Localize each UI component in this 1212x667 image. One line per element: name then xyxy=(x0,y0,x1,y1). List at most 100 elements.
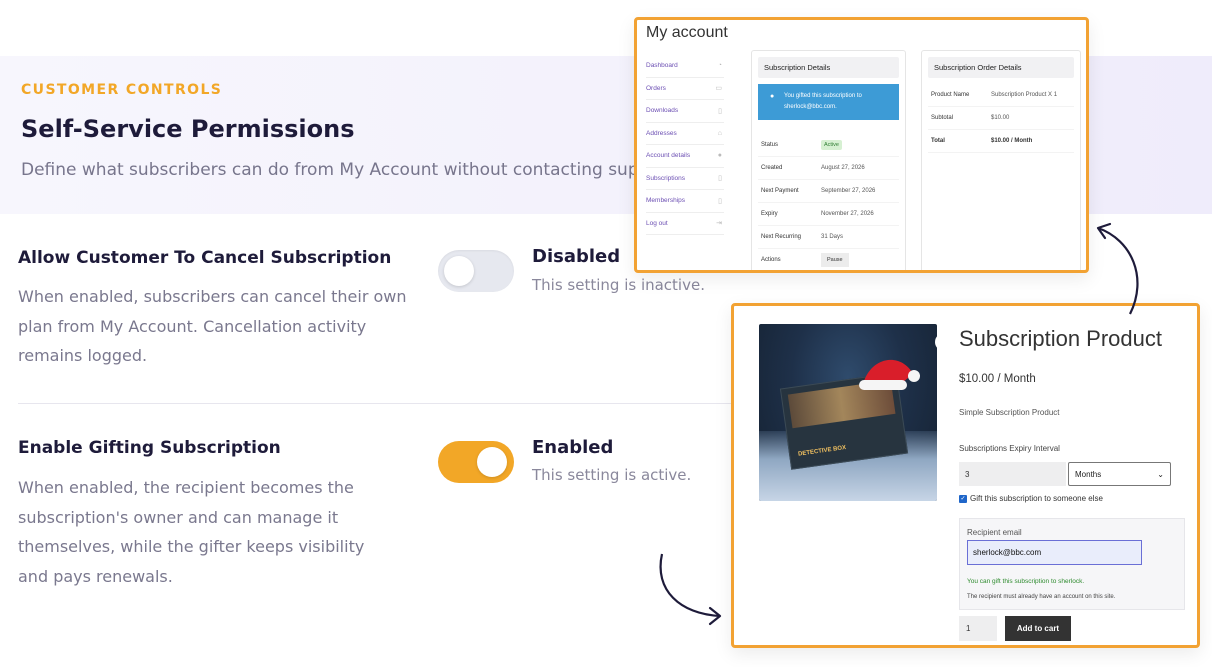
gift-checkbox-row[interactable]: ✓ Gift this subscription to someone else xyxy=(959,494,1103,503)
detail-row: Actions Pause xyxy=(758,249,899,270)
product-price: $10.00 / Month xyxy=(959,373,1036,385)
detail-row: Next Recurring 31 Days xyxy=(758,226,899,249)
setting-title-cancel: Allow Customer To Cancel Subscription xyxy=(18,248,392,268)
status-badge: Active xyxy=(821,140,842,150)
setting-description-cancel: When enabled, subscribers can cancel the… xyxy=(18,287,407,365)
account-nav: Dashboard ◔ Orders ▭ Downloads ▯ Addresses ⌂… xyxy=(646,55,724,235)
detail-row: Created August 27, 2026 xyxy=(758,157,899,180)
nav-label: Downloads xyxy=(646,107,679,115)
pause-button[interactable]: Pause xyxy=(821,253,849,267)
setting-description-gifting: When enabled, the recipient becomes the … xyxy=(18,478,365,586)
notice-text: You gifted this subscription to sherlock… xyxy=(784,93,862,110)
toggle-knob xyxy=(444,256,474,286)
checkbox-checked-icon[interactable]: ✓ xyxy=(959,494,967,503)
order-row: Total $10.00 / Month xyxy=(928,130,1074,153)
select-value: Months xyxy=(1075,469,1102,479)
row-key: Next Recurring xyxy=(761,234,802,240)
santa-hat-icon xyxy=(859,359,920,390)
help-message: The recipient must already have an accou… xyxy=(967,594,1116,600)
nav-label: Orders xyxy=(646,84,666,92)
row-key: Actions xyxy=(761,257,781,263)
nav-label: Subscriptions xyxy=(646,174,686,182)
page-title: Self-Service Permissions xyxy=(21,115,355,143)
row-value: Subscription Product X 1 xyxy=(991,92,1058,98)
cancel-state-note: This setting is inactive. xyxy=(532,276,705,294)
order-row: Subtotal $10.00 xyxy=(928,107,1074,130)
nav-item-downloads[interactable]: Downloads ▯ xyxy=(646,100,724,123)
nav-label: Memberships xyxy=(646,197,686,205)
row-value: November 27, 2026 xyxy=(821,211,874,217)
account-title: My account xyxy=(646,24,728,41)
chevron-down-icon: ⌄ xyxy=(1157,469,1164,479)
card-title: Subscription Details xyxy=(758,57,899,78)
row-key: Status xyxy=(761,142,779,148)
gifting-toggle[interactable] xyxy=(438,441,514,483)
product-page-screenshot: DETECTIVE BOX ⌕ Subscription Product $10… xyxy=(731,303,1200,648)
card-title: Subscription Order Details xyxy=(928,57,1074,78)
interval-quantity-input[interactable] xyxy=(959,462,1066,486)
curved-arrow-icon xyxy=(659,553,722,626)
recipient-box: Recipient email sherlock@bbc.com You can… xyxy=(959,518,1185,610)
detail-row: Status Active xyxy=(758,134,899,157)
box-label: DETECTIVE BOX xyxy=(797,444,847,458)
recipient-label: Recipient email xyxy=(967,528,1022,537)
row-value: 31 Days xyxy=(821,234,844,240)
logout-icon: ⇥ xyxy=(716,220,722,228)
dashboard-icon: ◔ xyxy=(717,62,722,70)
nav-label: Dashboard xyxy=(646,62,678,70)
nav-item-account-details[interactable]: Account details ● xyxy=(646,145,724,168)
file-icon: ▯ xyxy=(718,197,722,205)
page-subtitle: Define what subscribers can do from My A… xyxy=(21,160,679,180)
nav-label: Log out xyxy=(646,219,668,227)
nav-item-subscriptions[interactable]: Subscriptions ▯ xyxy=(646,168,724,190)
info-icon: ● xyxy=(770,93,775,100)
row-key: Subtotal xyxy=(931,115,954,121)
order-row: Product Name Subscription Product X 1 xyxy=(928,84,1074,107)
my-account-screenshot: My account Dashboard ◔ Orders ▭ Downloads ▯… xyxy=(634,17,1089,273)
curved-arrow-icon xyxy=(1096,222,1139,315)
product-title: Subscription Product xyxy=(959,326,1162,351)
gift-checkbox-label: Gift this subscription to someone else xyxy=(970,494,1103,503)
product-image[interactable]: DETECTIVE BOX ⌕ xyxy=(759,324,937,501)
gifting-state-label: Enabled xyxy=(532,437,614,458)
divider xyxy=(18,403,748,404)
row-value: $10.00 / Month xyxy=(991,138,1033,144)
gift-notice: ● You gifted this subscription to sherloc… xyxy=(758,84,899,120)
row-key: Product Name xyxy=(931,92,970,98)
row-value: $10.00 xyxy=(991,115,1010,121)
nav-item-addresses[interactable]: Addresses ⌂ xyxy=(646,123,724,145)
recipient-email-input[interactable]: sherlock@bbc.com xyxy=(967,540,1142,565)
file-icon: ▯ xyxy=(718,107,722,115)
detail-row: Expiry November 27, 2026 xyxy=(758,203,899,226)
zoom-icon[interactable]: ⌕ xyxy=(935,333,937,351)
gifting-state-note: This setting is active. xyxy=(532,466,692,484)
cancel-state-label: Disabled xyxy=(532,246,621,267)
nav-item-logout[interactable]: Log out ⇥ xyxy=(646,213,724,235)
row-value: August 27, 2026 xyxy=(821,165,865,171)
nav-item-dashboard[interactable]: Dashboard ◔ xyxy=(646,55,724,78)
file-icon: ▯ xyxy=(718,175,722,183)
row-value: September 27, 2026 xyxy=(821,188,876,194)
section-eyebrow: CUSTOMER CONTROLS xyxy=(21,82,223,98)
cancel-subscription-toggle[interactable] xyxy=(438,250,514,292)
row-key: Created xyxy=(761,165,783,171)
add-to-cart-button[interactable]: Add to cart xyxy=(1005,616,1071,641)
quantity-input[interactable]: 1 xyxy=(959,616,997,641)
row-key: Expiry xyxy=(761,211,778,217)
nav-label: Addresses xyxy=(646,129,677,137)
subscription-details-card: Subscription Details ● You gifted this su… xyxy=(751,50,906,270)
detail-row: Next Payment September 27, 2026 xyxy=(758,180,899,203)
order-details-card: Subscription Order Details Product Name S… xyxy=(921,50,1081,270)
basket-icon: ▭ xyxy=(715,85,722,93)
row-key: Next Payment xyxy=(761,188,799,194)
row-key: Total xyxy=(931,138,945,144)
interval-unit-select[interactable]: Months ⌄ xyxy=(1068,462,1171,486)
nav-item-orders[interactable]: Orders ▭ xyxy=(646,78,724,100)
validation-message: You can gift this subscription to sherlo… xyxy=(967,578,1085,585)
product-description: Simple Subscription Product xyxy=(959,408,1060,417)
toggle-knob xyxy=(477,447,507,477)
nav-item-memberships[interactable]: Memberships ▯ xyxy=(646,190,724,213)
user-icon: ● xyxy=(717,152,722,160)
nav-label: Account details xyxy=(646,152,691,160)
setting-title-gifting: Enable Gifting Subscription xyxy=(18,438,281,458)
